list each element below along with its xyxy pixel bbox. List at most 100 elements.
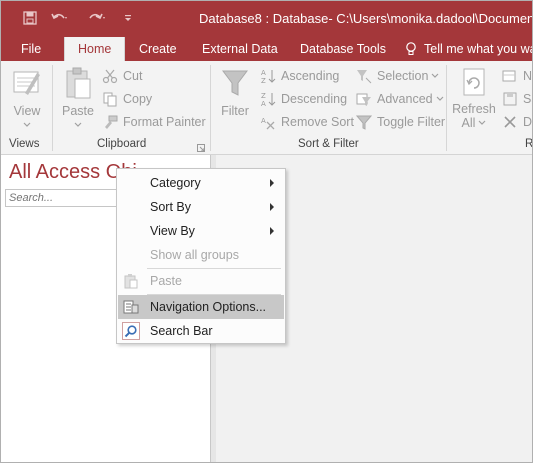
- tab-create[interactable]: Create: [139, 37, 177, 61]
- toggle-filter-label: Toggle Filter: [377, 115, 446, 129]
- delete-label: De: [523, 115, 533, 129]
- window-title: Database8 : Database- C:\Users\monika.da…: [199, 11, 533, 26]
- tab-file[interactable]: File: [21, 37, 41, 61]
- title-bar: Database8 : Database- C:\Users\monika.da…: [1, 1, 533, 37]
- sort-filter-group-label: Sort & Filter: [298, 138, 359, 150]
- menu-item-navigation-options[interactable]: Navigation Options...: [118, 295, 284, 319]
- tab-home[interactable]: Home: [64, 37, 126, 61]
- customize-icon[interactable]: [121, 9, 135, 27]
- magnifier-icon: [122, 322, 140, 340]
- sort-ascending-icon: AZ: [259, 68, 277, 84]
- tab-external-data[interactable]: External Data: [202, 37, 278, 61]
- delete-record-button[interactable]: De: [501, 112, 533, 132]
- menu-item-search-bar[interactable]: Search Bar: [118, 319, 284, 343]
- scissors-icon: [101, 68, 119, 84]
- save-record-button[interactable]: Sa: [501, 89, 532, 109]
- toggle-filter-icon: [355, 114, 373, 130]
- records-group-label: R: [525, 138, 533, 150]
- view-label: View: [13, 104, 41, 118]
- menu-item-sort-by[interactable]: Sort By: [118, 195, 284, 219]
- filter-button[interactable]: Filter: [218, 67, 252, 118]
- refresh-icon: [463, 68, 485, 96]
- tab-database-tools[interactable]: Database Tools: [300, 37, 386, 61]
- filter-label: Filter: [221, 104, 249, 118]
- navigation-options-icon: [122, 298, 140, 316]
- paste-button[interactable]: Paste: [59, 67, 97, 128]
- chevron-down-icon: [479, 120, 486, 125]
- menu-item-label: Navigation Options...: [150, 300, 267, 314]
- advanced-label: Advanced: [377, 92, 433, 106]
- remove-sort-icon: A: [259, 114, 277, 130]
- new-record-icon: [501, 68, 519, 84]
- clipboard-icon: [122, 272, 140, 290]
- lightbulb-icon: [406, 42, 416, 55]
- chevron-down-icon: [23, 122, 31, 127]
- menu-item-label: Paste: [150, 274, 182, 288]
- chevron-down-icon: [436, 96, 444, 101]
- paste-icon: [66, 67, 91, 99]
- delete-icon: [501, 114, 519, 130]
- submenu-arrow-icon: [270, 227, 274, 235]
- format-painter-button[interactable]: Format Painter: [101, 112, 206, 132]
- refresh-all-button[interactable]: Refresh All: [452, 67, 496, 130]
- menu-item-show-all-groups: Show all groups: [118, 243, 284, 267]
- chevron-down-icon: [432, 73, 439, 78]
- ascending-button[interactable]: AZ Ascending: [259, 66, 339, 86]
- divider: [52, 65, 53, 151]
- copy-button[interactable]: Copy: [101, 89, 152, 109]
- descending-button[interactable]: ZA Descending: [259, 89, 347, 109]
- advanced-filter-icon: [355, 91, 373, 107]
- save-icon[interactable]: [21, 9, 39, 27]
- submenu-arrow-icon: [270, 179, 274, 187]
- undo-icon[interactable]: [49, 9, 71, 27]
- advanced-button[interactable]: Advanced: [355, 89, 444, 109]
- selection-filter-icon: [355, 68, 373, 84]
- sort-descending-icon: ZA: [259, 91, 277, 107]
- save-label: Sa: [523, 92, 532, 106]
- menu-item-view-by[interactable]: View By: [118, 219, 284, 243]
- view-icon: [13, 71, 40, 95]
- new-label: Ne: [523, 69, 533, 83]
- disk-icon: [501, 91, 519, 107]
- svg-text:A: A: [261, 69, 266, 77]
- views-group-label: Views: [9, 138, 40, 150]
- remove-sort-label: Remove Sort: [281, 115, 354, 129]
- toggle-filter-button[interactable]: Toggle Filter: [355, 112, 445, 132]
- cut-button[interactable]: Cut: [101, 66, 142, 86]
- paste-label: Paste: [62, 104, 94, 118]
- refresh-all-label: All: [461, 116, 476, 130]
- menu-item-label: Category: [150, 176, 201, 190]
- chevron-down-icon: [74, 122, 82, 127]
- remove-sort-button[interactable]: A Remove Sort: [259, 112, 354, 132]
- tell-me-label: Tell me what you wa: [424, 42, 533, 56]
- selection-label: Selection: [377, 69, 429, 83]
- new-record-button[interactable]: Ne: [501, 66, 533, 86]
- dialog-launcher-icon[interactable]: [197, 141, 205, 155]
- clipboard-group-label: Clipboard: [97, 138, 147, 150]
- copy-label: Copy: [123, 92, 153, 106]
- selection-button[interactable]: Selection: [355, 66, 439, 86]
- format-painter-label: Format Painter: [123, 115, 206, 129]
- cut-label: Cut: [123, 69, 143, 83]
- menu-item-label: Sort By: [150, 200, 191, 214]
- ascending-label: Ascending: [281, 69, 340, 83]
- context-menu: Category Sort By View By Show all groups…: [116, 168, 286, 344]
- menu-item-label: View By: [150, 224, 195, 238]
- copy-icon: [101, 91, 119, 107]
- tell-me-box[interactable]: Tell me what you wa: [405, 37, 533, 61]
- svg-text:Z: Z: [261, 92, 266, 100]
- submenu-arrow-icon: [270, 203, 274, 211]
- divider: [446, 65, 447, 151]
- paintbrush-icon: [101, 114, 119, 130]
- view-button[interactable]: View: [9, 67, 45, 128]
- menu-item-label: Show all groups: [150, 248, 239, 262]
- svg-text:A: A: [261, 100, 266, 107]
- redo-icon[interactable]: [85, 9, 107, 27]
- refresh-label: Refresh: [452, 102, 496, 116]
- menu-item-category[interactable]: Category: [118, 171, 284, 195]
- menu-item-label: Search Bar: [150, 324, 213, 338]
- ribbon: View Views Paste Cut Copy Format Painter: [1, 61, 533, 155]
- ribbon-tabs: File Home Create External Data Database …: [1, 37, 533, 61]
- menu-item-paste: Paste: [118, 269, 284, 293]
- access-window: Database8 : Database- C:\Users\monika.da…: [0, 0, 533, 463]
